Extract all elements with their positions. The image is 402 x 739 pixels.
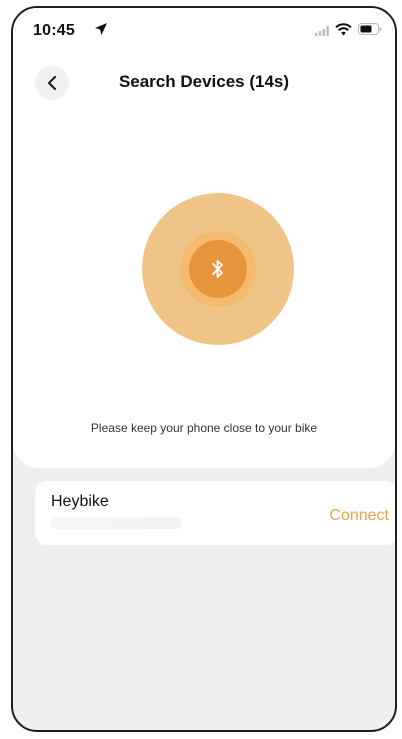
wifi-icon [335,23,352,36]
status-time: 10:45 [33,22,75,39]
location-arrow-icon [95,23,107,35]
bluetooth-core [189,240,247,298]
phone-frame: 10:45 Search Devices (14s) Please keep y… [11,6,397,732]
page-title: Search Devices (14s) [118,72,290,91]
connect-button[interactable]: Connect [329,507,389,525]
proximity-hint: Please keep your phone close to your bik… [90,421,318,435]
bluetooth-scan-indicator [142,193,294,345]
device-row[interactable]: Heybike Connect [35,481,395,545]
search-panel: 10:45 Search Devices (14s) Please keep y… [13,8,395,468]
status-bar: 10:45 [13,8,395,52]
device-name: Heybike [51,493,109,510]
bluetooth-icon [212,260,223,278]
device-detail-placeholder [51,517,181,529]
signal-icon [315,26,329,36]
bluetooth-inner-ring [180,231,256,307]
battery-icon [358,23,382,35]
